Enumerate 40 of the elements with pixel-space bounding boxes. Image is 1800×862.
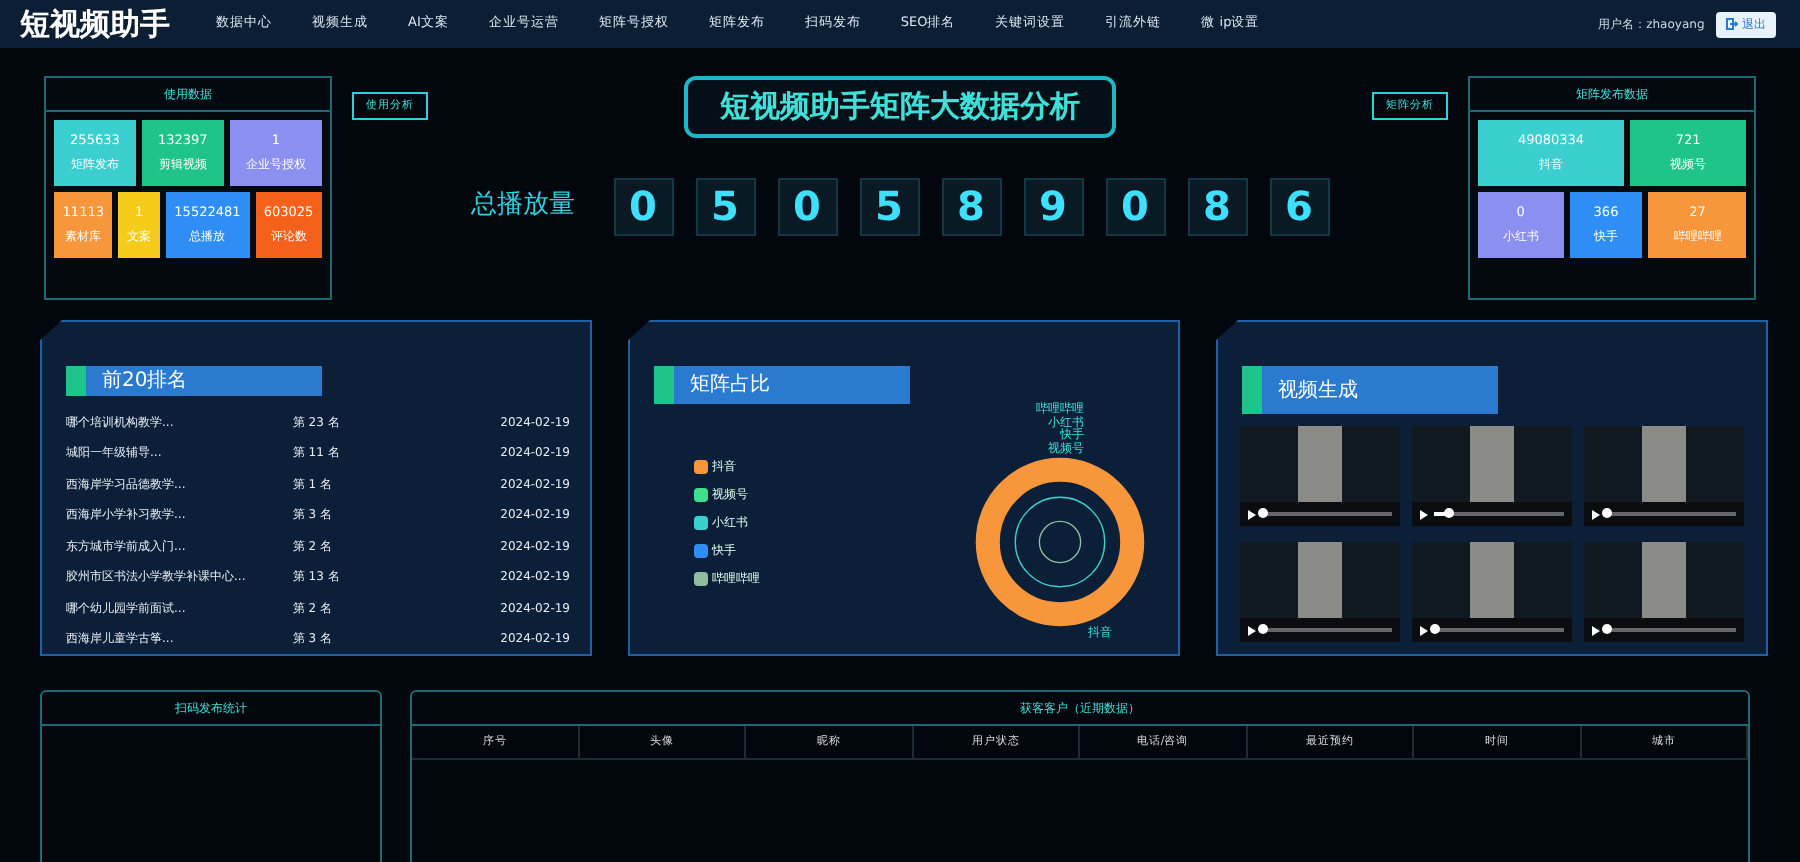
dashboard-title: 短视频助手矩阵大数据分析: [684, 76, 1116, 137]
photo-placeholder: [1298, 542, 1342, 618]
progress-thumb[interactable]: [1258, 508, 1268, 518]
progress-thumb[interactable]: [1258, 624, 1268, 634]
video-player[interactable]: [1412, 542, 1572, 642]
video-player[interactable]: [1584, 426, 1744, 526]
total-plays-label: 总播放量: [471, 188, 575, 225]
counter-digit: 5: [695, 177, 755, 235]
progress-thumb[interactable]: [1602, 508, 1612, 518]
play-icon[interactable]: [1248, 509, 1256, 519]
photo-placeholder: [1470, 542, 1514, 618]
video-player[interactable]: [1240, 426, 1400, 526]
photo-placeholder: [1642, 426, 1686, 502]
video-player[interactable]: [1240, 542, 1400, 642]
play-icon[interactable]: [1420, 625, 1428, 635]
counter-digit: 9: [1023, 177, 1083, 235]
logout-icon: [1726, 18, 1739, 30]
photo-placeholder: [1298, 426, 1342, 502]
video-player[interactable]: [1412, 426, 1572, 526]
play-icon[interactable]: [1420, 509, 1428, 519]
logo-text: 短视频助手: [20, 3, 170, 46]
panel-title: 前20排名: [66, 366, 322, 396]
counter-digit: 0: [777, 177, 837, 235]
counter-digit: 8: [941, 177, 1001, 235]
play-icon[interactable]: [1248, 625, 1256, 635]
counter-digit: 0: [1105, 177, 1165, 235]
photo-placeholder: [1642, 542, 1686, 618]
counter-digit: 6: [1269, 177, 1329, 235]
counter-digit: 8: [1187, 177, 1247, 235]
progress-thumb[interactable]: [1430, 624, 1440, 634]
progress-thumb[interactable]: [1602, 624, 1612, 634]
counter-digit: 0: [613, 177, 673, 235]
video-player[interactable]: [1584, 542, 1744, 642]
photo-placeholder: [1470, 426, 1514, 502]
panel-title: 矩阵占比: [654, 366, 910, 405]
panel-title: 视频生成: [1242, 366, 1498, 414]
counter-digit: 5: [859, 177, 919, 235]
play-icon[interactable]: [1592, 625, 1600, 635]
play-icon[interactable]: [1592, 509, 1600, 519]
progress-thumb[interactable]: [1443, 508, 1453, 518]
